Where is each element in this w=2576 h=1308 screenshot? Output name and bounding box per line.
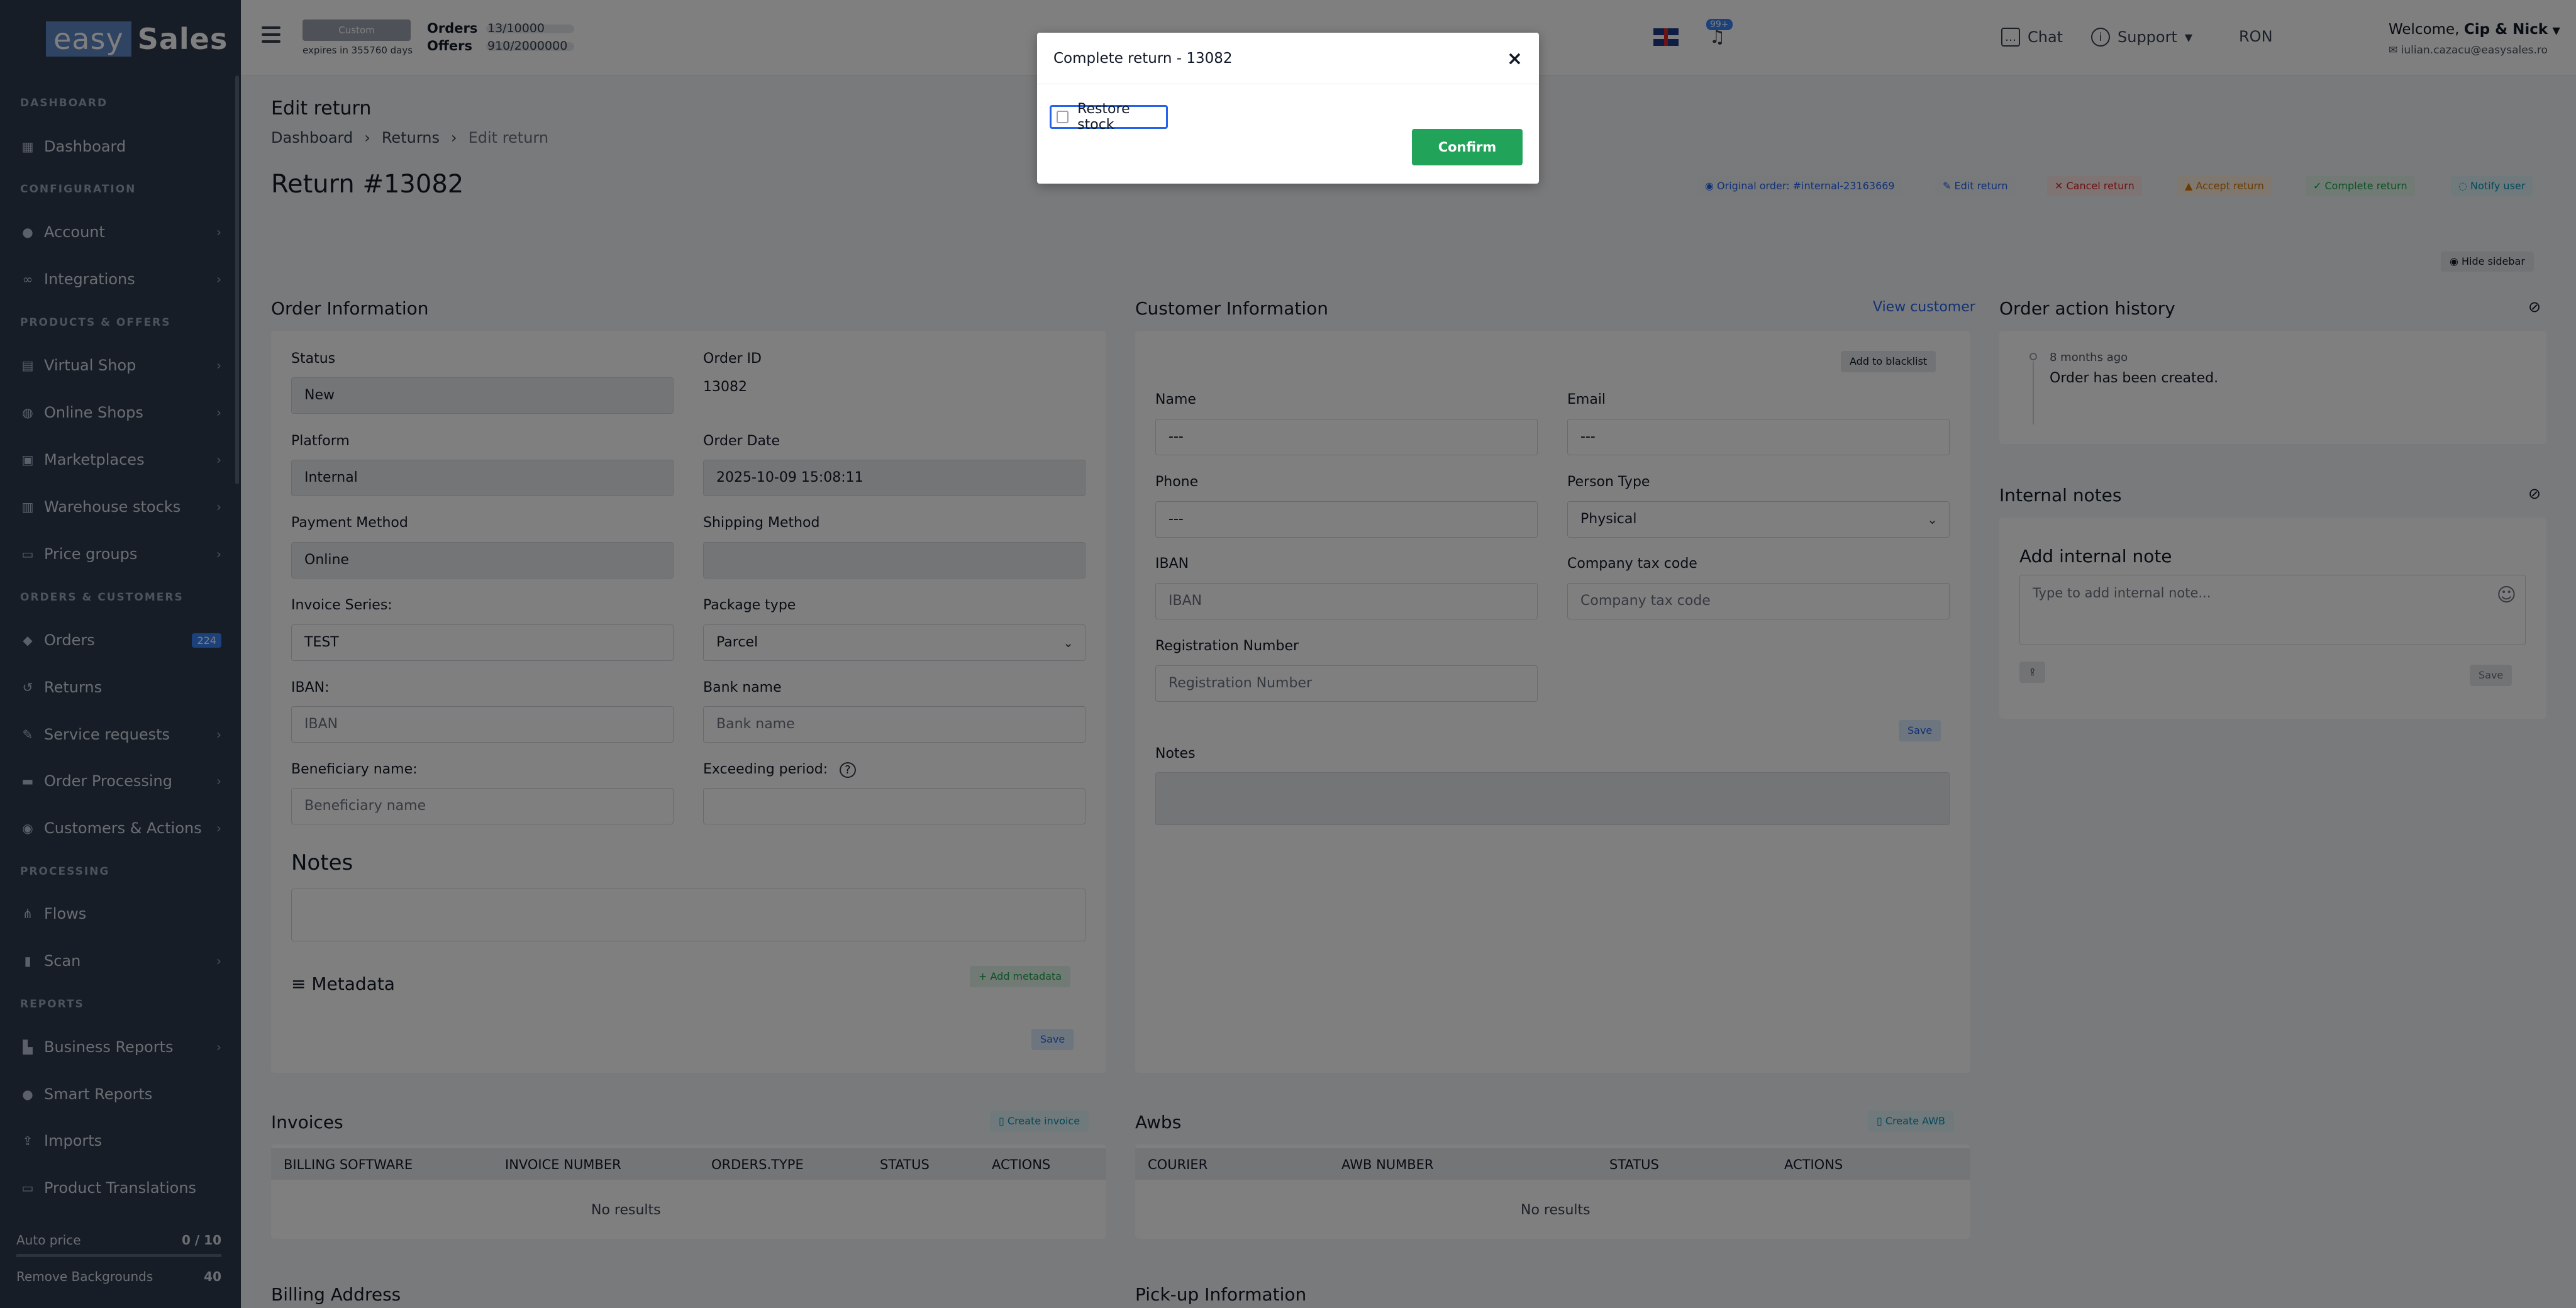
complete-return-modal: Complete return - 13082 × Restore stock … bbox=[1037, 33, 1539, 184]
confirm-button[interactable]: Confirm bbox=[1412, 129, 1523, 165]
restore-stock-label: Restore stock bbox=[1077, 101, 1130, 133]
restore-stock-checkbox[interactable]: Restore stock bbox=[1050, 101, 1168, 133]
checkbox-box[interactable] bbox=[1057, 111, 1069, 123]
modal-title: Complete return - 13082 bbox=[1053, 50, 1233, 67]
modal-backdrop[interactable] bbox=[0, 0, 2576, 1308]
close-icon[interactable]: × bbox=[1507, 48, 1523, 70]
modal-header: Complete return - 13082 × bbox=[1037, 33, 1539, 84]
